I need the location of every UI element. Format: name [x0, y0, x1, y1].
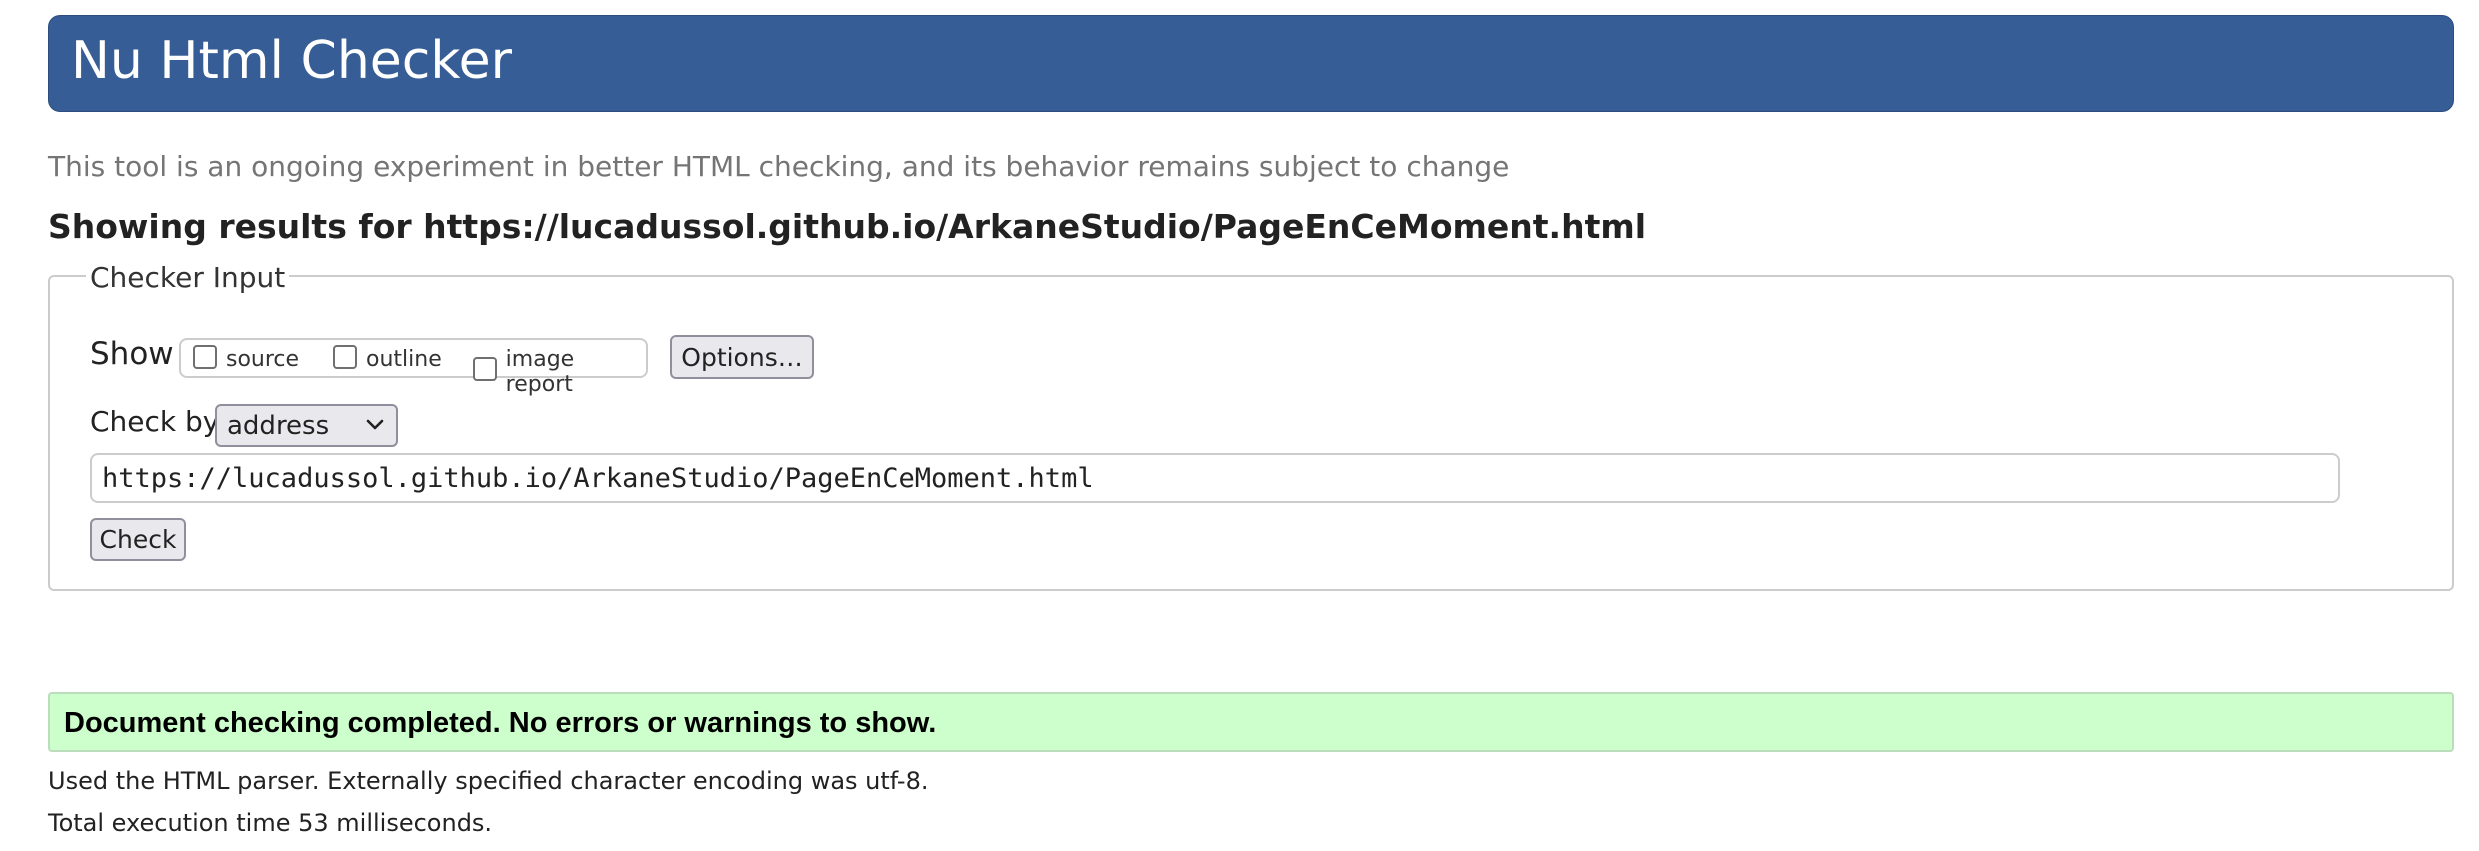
app-header: Nu Html Checker [48, 15, 2454, 112]
success-message: Document checking completed. No errors o… [64, 707, 937, 739]
show-source-label: source [226, 347, 300, 372]
checkbox-box[interactable] [333, 344, 357, 369]
experiment-notice: This tool is an ongoing experiment in be… [48, 150, 1510, 183]
check-by-label: Check by [90, 405, 220, 438]
execution-time: Total execution time 53 milliseconds. [48, 809, 493, 837]
checkbox-box[interactable] [193, 344, 217, 369]
show-image-report-label: image report [505, 347, 575, 397]
show-options-group: source outline image report [179, 338, 648, 397]
show-source-checkbox[interactable]: source [193, 344, 300, 372]
results-heading: Showing results for https://lucadussol.g… [48, 207, 1647, 246]
check-by-selected-value: address [227, 411, 330, 441]
check-by-select[interactable]: address [215, 404, 398, 447]
success-message-box: Document checking completed. No errors o… [48, 692, 2454, 752]
show-image-report-checkbox[interactable]: image report [473, 344, 646, 397]
options-button[interactable]: Options… [670, 335, 814, 379]
checker-input-legend: Checker Input [86, 261, 290, 294]
check-button[interactable]: Check [90, 518, 186, 561]
show-label: Show [90, 336, 174, 372]
show-outline-label: outline [366, 347, 442, 372]
url-input[interactable] [90, 453, 2340, 503]
app-title: Nu Html Checker [71, 31, 512, 91]
chevron-down-icon [366, 419, 384, 430]
show-outline-checkbox[interactable]: outline [333, 344, 442, 372]
checker-input-fieldset: Checker Input Show source outline image … [48, 261, 2454, 591]
parser-info: Used the HTML parser. Externally specifi… [48, 767, 929, 795]
checkbox-box[interactable] [473, 357, 497, 381]
